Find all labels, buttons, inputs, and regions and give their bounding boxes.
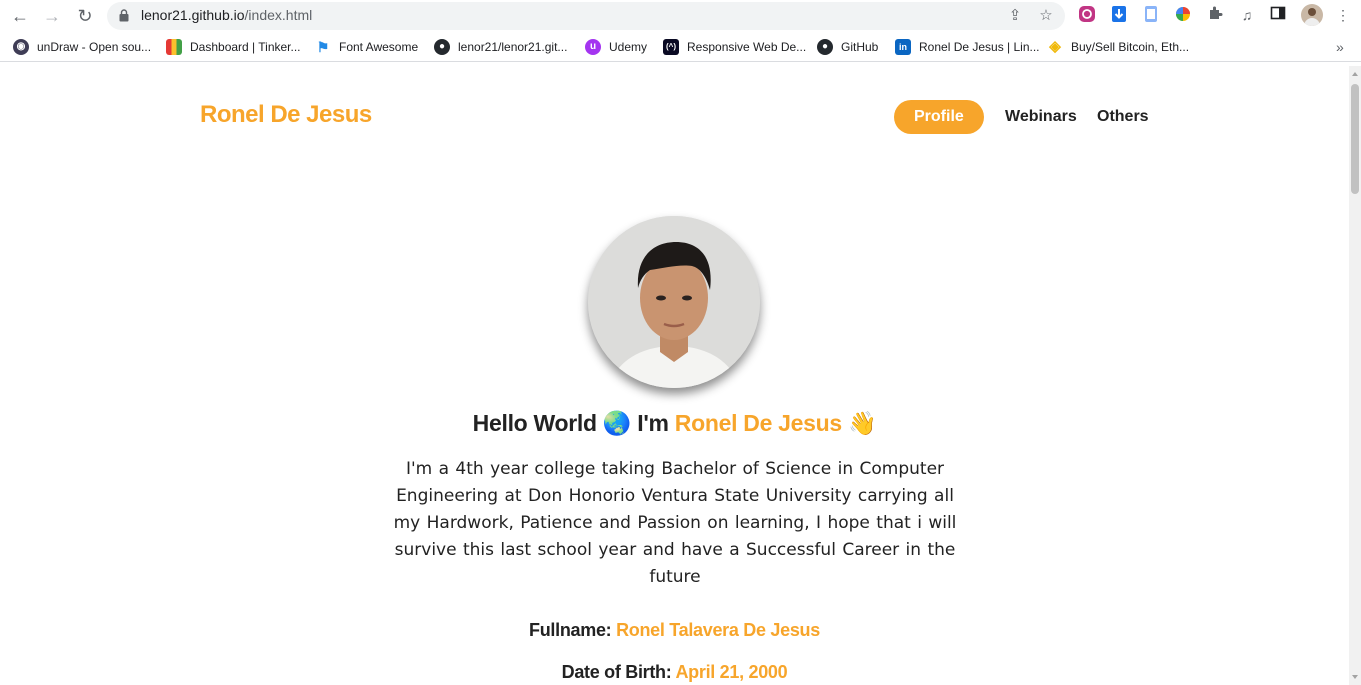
- bookmark-udemy[interactable]: u Udemy: [585, 38, 647, 56]
- side-panel-icon[interactable]: [1268, 5, 1288, 25]
- site-brand[interactable]: Ronel De Jesus: [200, 101, 372, 129]
- bookmark-font-awesome[interactable]: ⚑ Font Awesome: [315, 38, 418, 56]
- dob-value: April 21, 2000: [675, 662, 788, 682]
- bookmark-github[interactable]: ● GitHub: [817, 38, 878, 56]
- bookmark-label: Font Awesome: [339, 40, 419, 54]
- udemy-icon: u: [585, 39, 601, 55]
- undraw-icon: ◉: [13, 39, 29, 55]
- globe-icon: 🌏: [602, 410, 632, 436]
- reload-icon[interactable]: ↻: [73, 4, 97, 28]
- nav-profile[interactable]: Profile: [894, 100, 984, 134]
- bookmark-label: GitHub: [841, 40, 879, 54]
- fullname-row: Fullname: Ronel Talavera De Jesus: [0, 620, 1349, 641]
- extension-docs-icon[interactable]: [1141, 5, 1161, 25]
- bookmark-label: Udemy: [609, 40, 648, 54]
- bookmark-linkedin[interactable]: in Ronel De Jesus | Lin...: [895, 38, 1040, 56]
- bookmark-label: Buy/Sell Bitcoin, Eth...: [1071, 40, 1190, 54]
- bookmark-star-icon[interactable]: ☆: [1036, 6, 1056, 26]
- bookmark-freecodecamp[interactable]: (^) Responsive Web De...: [663, 38, 806, 56]
- tinkercad-icon: [166, 39, 182, 55]
- web-page: Ronel De Jesus Profile Webinars Others H…: [0, 66, 1349, 685]
- nav-others[interactable]: Others: [1097, 100, 1149, 134]
- extension-instagram-icon[interactable]: [1077, 5, 1097, 25]
- lock-icon[interactable]: [119, 9, 129, 22]
- hello-heading: Hello World 🌏 I'm Ronel De Jesus 👋: [0, 410, 1349, 437]
- bookmark-label: lenor21/lenor21.git...: [458, 40, 568, 54]
- binance-icon: ◈: [1049, 38, 1061, 55]
- media-controls-icon[interactable]: ♫: [1237, 5, 1257, 25]
- hello-name: Ronel De Jesus: [674, 410, 842, 436]
- bookmarks-bar: ◉ unDraw - Open sou... Dashboard | Tinke…: [0, 32, 1361, 62]
- bookmark-binance[interactable]: ◈ Buy/Sell Bitcoin, Eth...: [1047, 38, 1189, 56]
- bookmark-lenor21-repo[interactable]: ● lenor21/lenor21.git...: [434, 38, 567, 56]
- extension-download-icon[interactable]: [1109, 5, 1129, 25]
- bio-paragraph: I'm a 4th year college taking Bachelor o…: [393, 459, 957, 587]
- extensions-puzzle-icon[interactable]: [1205, 5, 1225, 25]
- browser-toolbar: ← → ↻ lenor21.github.io/index.html ⇪ ☆ ♫…: [0, 0, 1361, 32]
- scroll-down-icon[interactable]: [1352, 675, 1358, 679]
- flag-icon: ⚑: [316, 39, 330, 55]
- scroll-up-icon[interactable]: [1352, 72, 1358, 76]
- forward-icon[interactable]: →: [40, 4, 64, 28]
- dob-label: Date of Birth:: [561, 662, 672, 682]
- bookmark-undraw[interactable]: ◉ unDraw - Open sou...: [13, 38, 151, 56]
- browser-menu-icon[interactable]: ⋮: [1333, 5, 1353, 25]
- back-icon[interactable]: ←: [8, 4, 32, 28]
- page-scrollbar[interactable]: [1349, 66, 1361, 685]
- bookmark-label: Ronel De Jesus | Lin...: [919, 40, 1040, 54]
- github-icon: ●: [817, 39, 833, 55]
- dob-row: Date of Birth: April 21, 2000: [0, 662, 1349, 683]
- github-icon: ●: [434, 39, 450, 55]
- fullname-label: Fullname:: [529, 620, 612, 640]
- address-bar[interactable]: lenor21.github.io/index.html ⇪ ☆: [107, 2, 1065, 30]
- scroll-thumb[interactable]: [1351, 84, 1359, 194]
- fullname-value: Ronel Talavera De Jesus: [616, 620, 820, 640]
- share-icon[interactable]: ⇪: [1005, 6, 1025, 26]
- linkedin-icon: in: [895, 39, 911, 55]
- profile-avatar[interactable]: [1301, 4, 1323, 26]
- url-text[interactable]: lenor21.github.io/index.html: [141, 7, 312, 23]
- bookmark-tinkercad[interactable]: Dashboard | Tinker...: [166, 38, 301, 56]
- hello-text: Hello World: [472, 410, 597, 436]
- wave-icon: 👋: [847, 410, 877, 436]
- profile-photo: [588, 216, 760, 388]
- hello-im-text: I'm: [637, 410, 669, 436]
- extension-color-picker-icon[interactable]: [1173, 5, 1193, 25]
- nav-webinars[interactable]: Webinars: [1005, 100, 1077, 134]
- bookmark-label: unDraw - Open sou...: [37, 40, 152, 54]
- bookmark-label: Dashboard | Tinker...: [190, 40, 301, 54]
- freecodecamp-icon: (^): [663, 39, 679, 55]
- bookmark-label: Responsive Web De...: [687, 40, 807, 54]
- more-bookmarks-icon[interactable]: »: [1336, 38, 1344, 56]
